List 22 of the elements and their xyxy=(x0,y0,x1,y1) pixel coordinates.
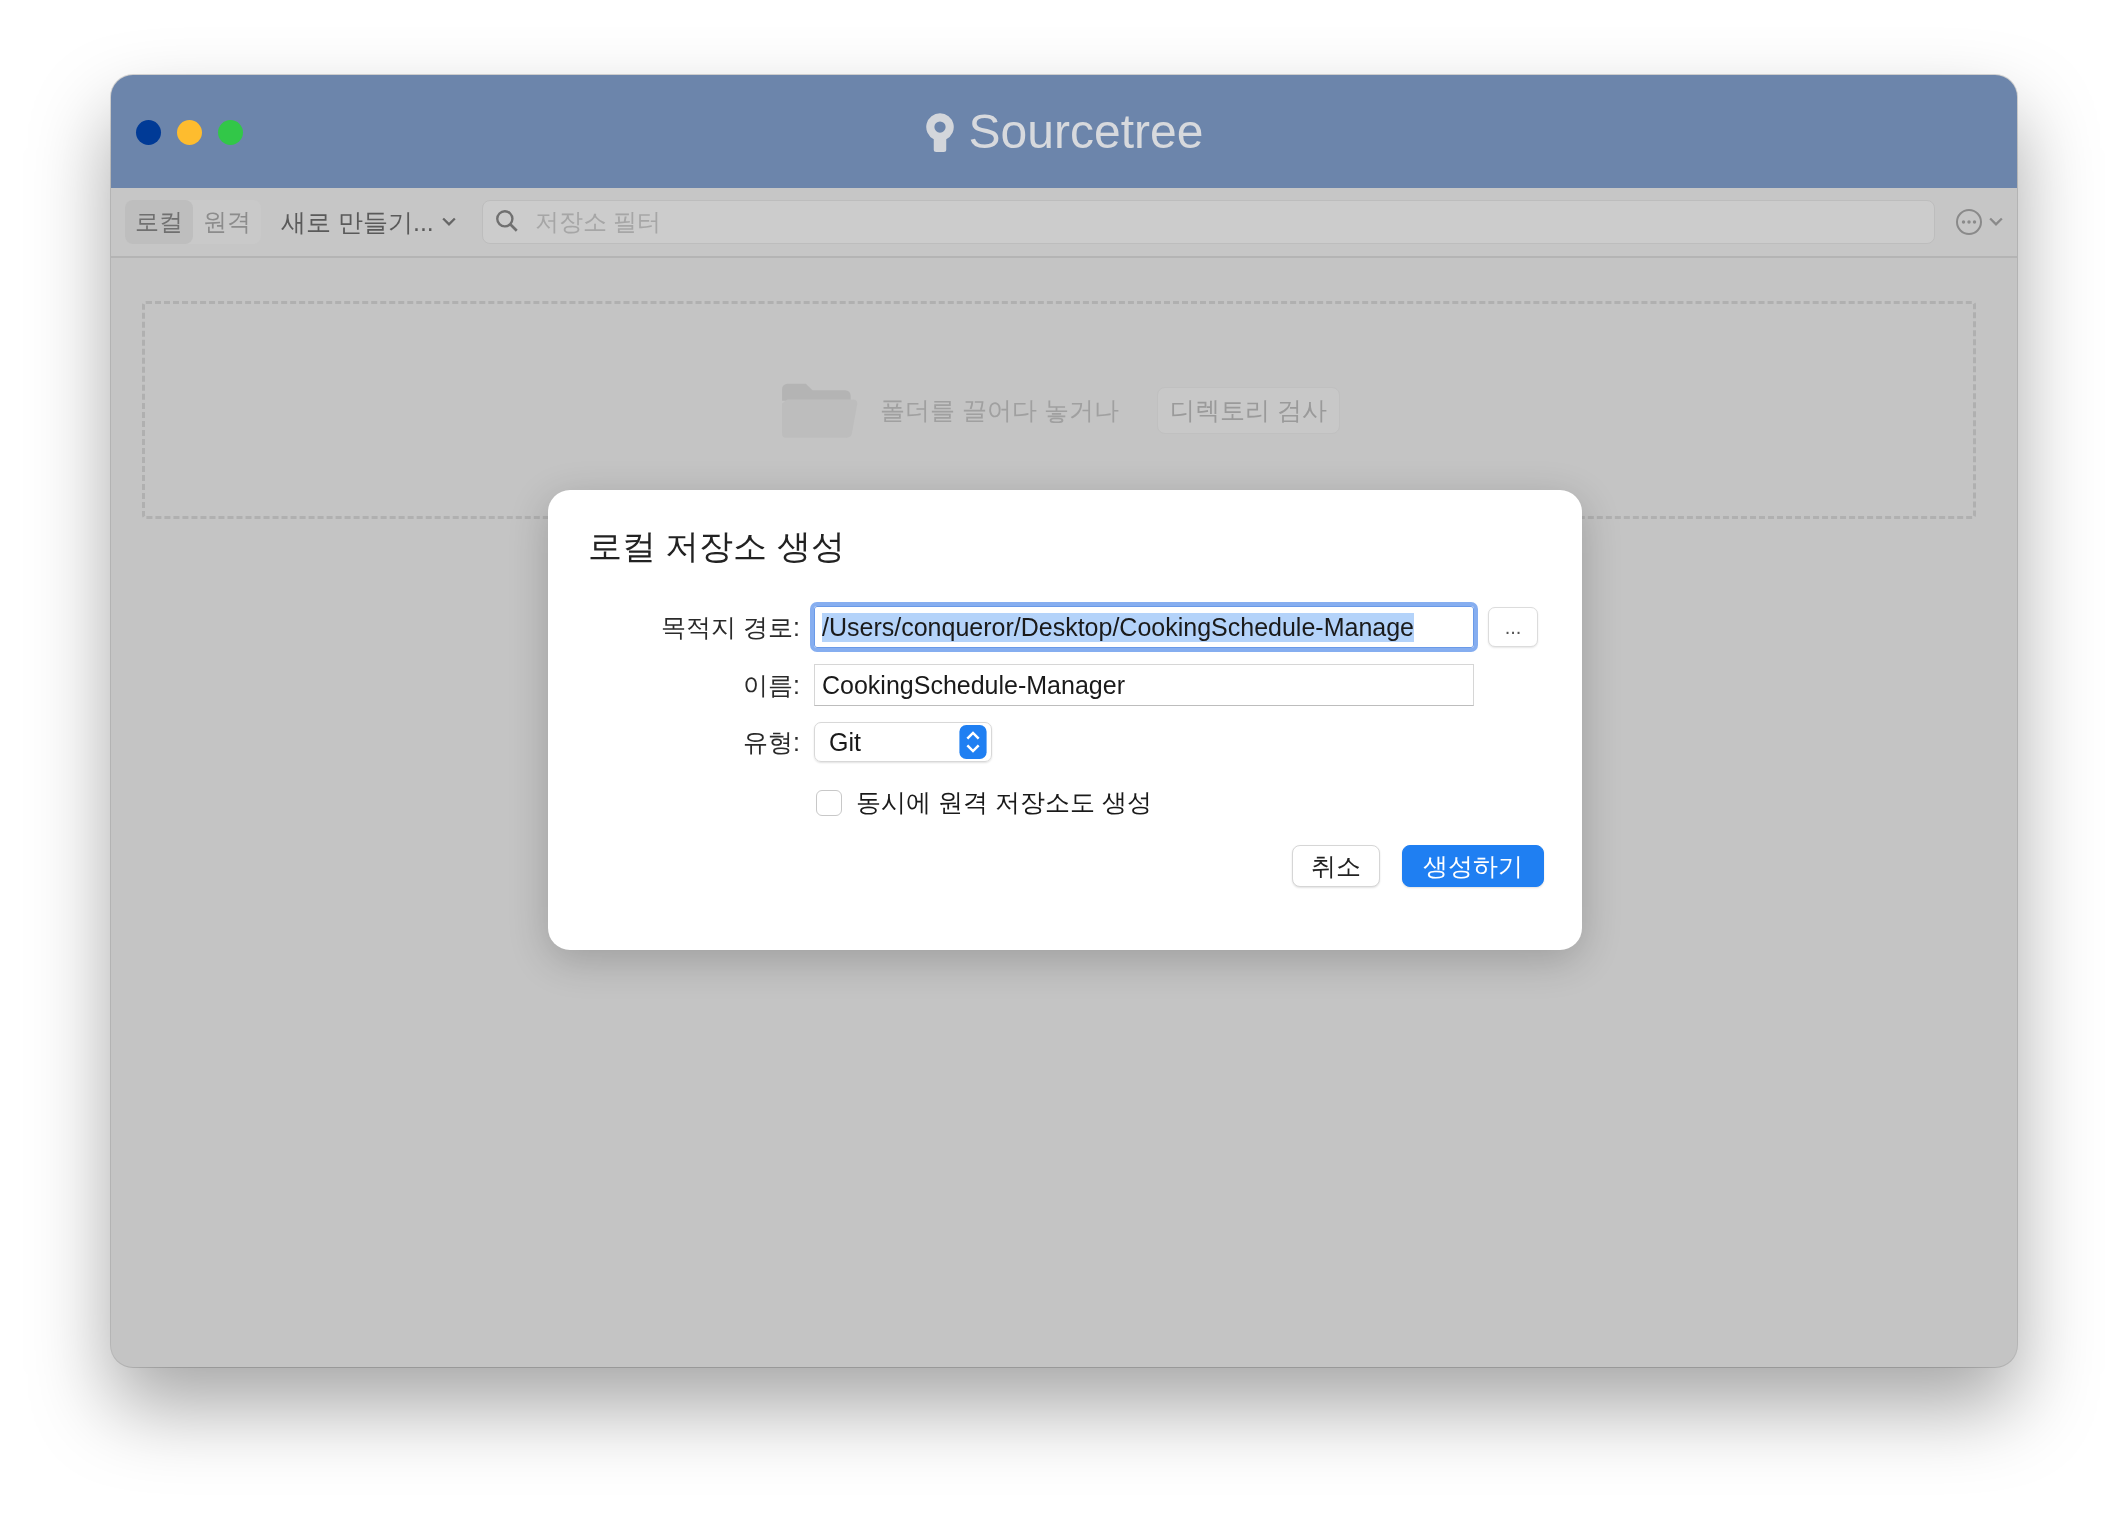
new-menu-button[interactable]: 새로 만들기... xyxy=(275,201,462,243)
field-label: 이름: xyxy=(742,669,800,701)
dialog-title: 로컬 저장소 생성 xyxy=(588,526,846,567)
checkbox-label: 동시에 원격 저장소도 생성 xyxy=(856,787,1152,818)
close-button[interactable] xyxy=(136,120,161,145)
logo-icon xyxy=(924,110,955,153)
stepper-icon xyxy=(958,725,988,759)
type-select[interactable]: Git xyxy=(814,722,992,762)
cancel-button[interactable]: 취소 xyxy=(1292,845,1380,887)
field-label: 목적지 경로: xyxy=(660,611,800,643)
window-title: Sourcetree xyxy=(968,104,1204,159)
create-button[interactable]: 생성하기 xyxy=(1402,845,1544,887)
chevron-down-icon xyxy=(441,217,456,227)
more-options-icon[interactable] xyxy=(1955,208,1983,236)
browse-button[interactable]: ... xyxy=(1488,607,1538,647)
zoom-button[interactable] xyxy=(218,120,243,145)
text-field[interactable]: CookingSchedule-Manager xyxy=(814,664,1474,706)
search-icon xyxy=(493,208,520,234)
field-label: 유형: xyxy=(742,726,800,758)
minimize-button[interactable] xyxy=(177,120,202,145)
chevron-down-icon[interactable] xyxy=(1989,217,2003,227)
checkbox[interactable] xyxy=(816,789,842,816)
